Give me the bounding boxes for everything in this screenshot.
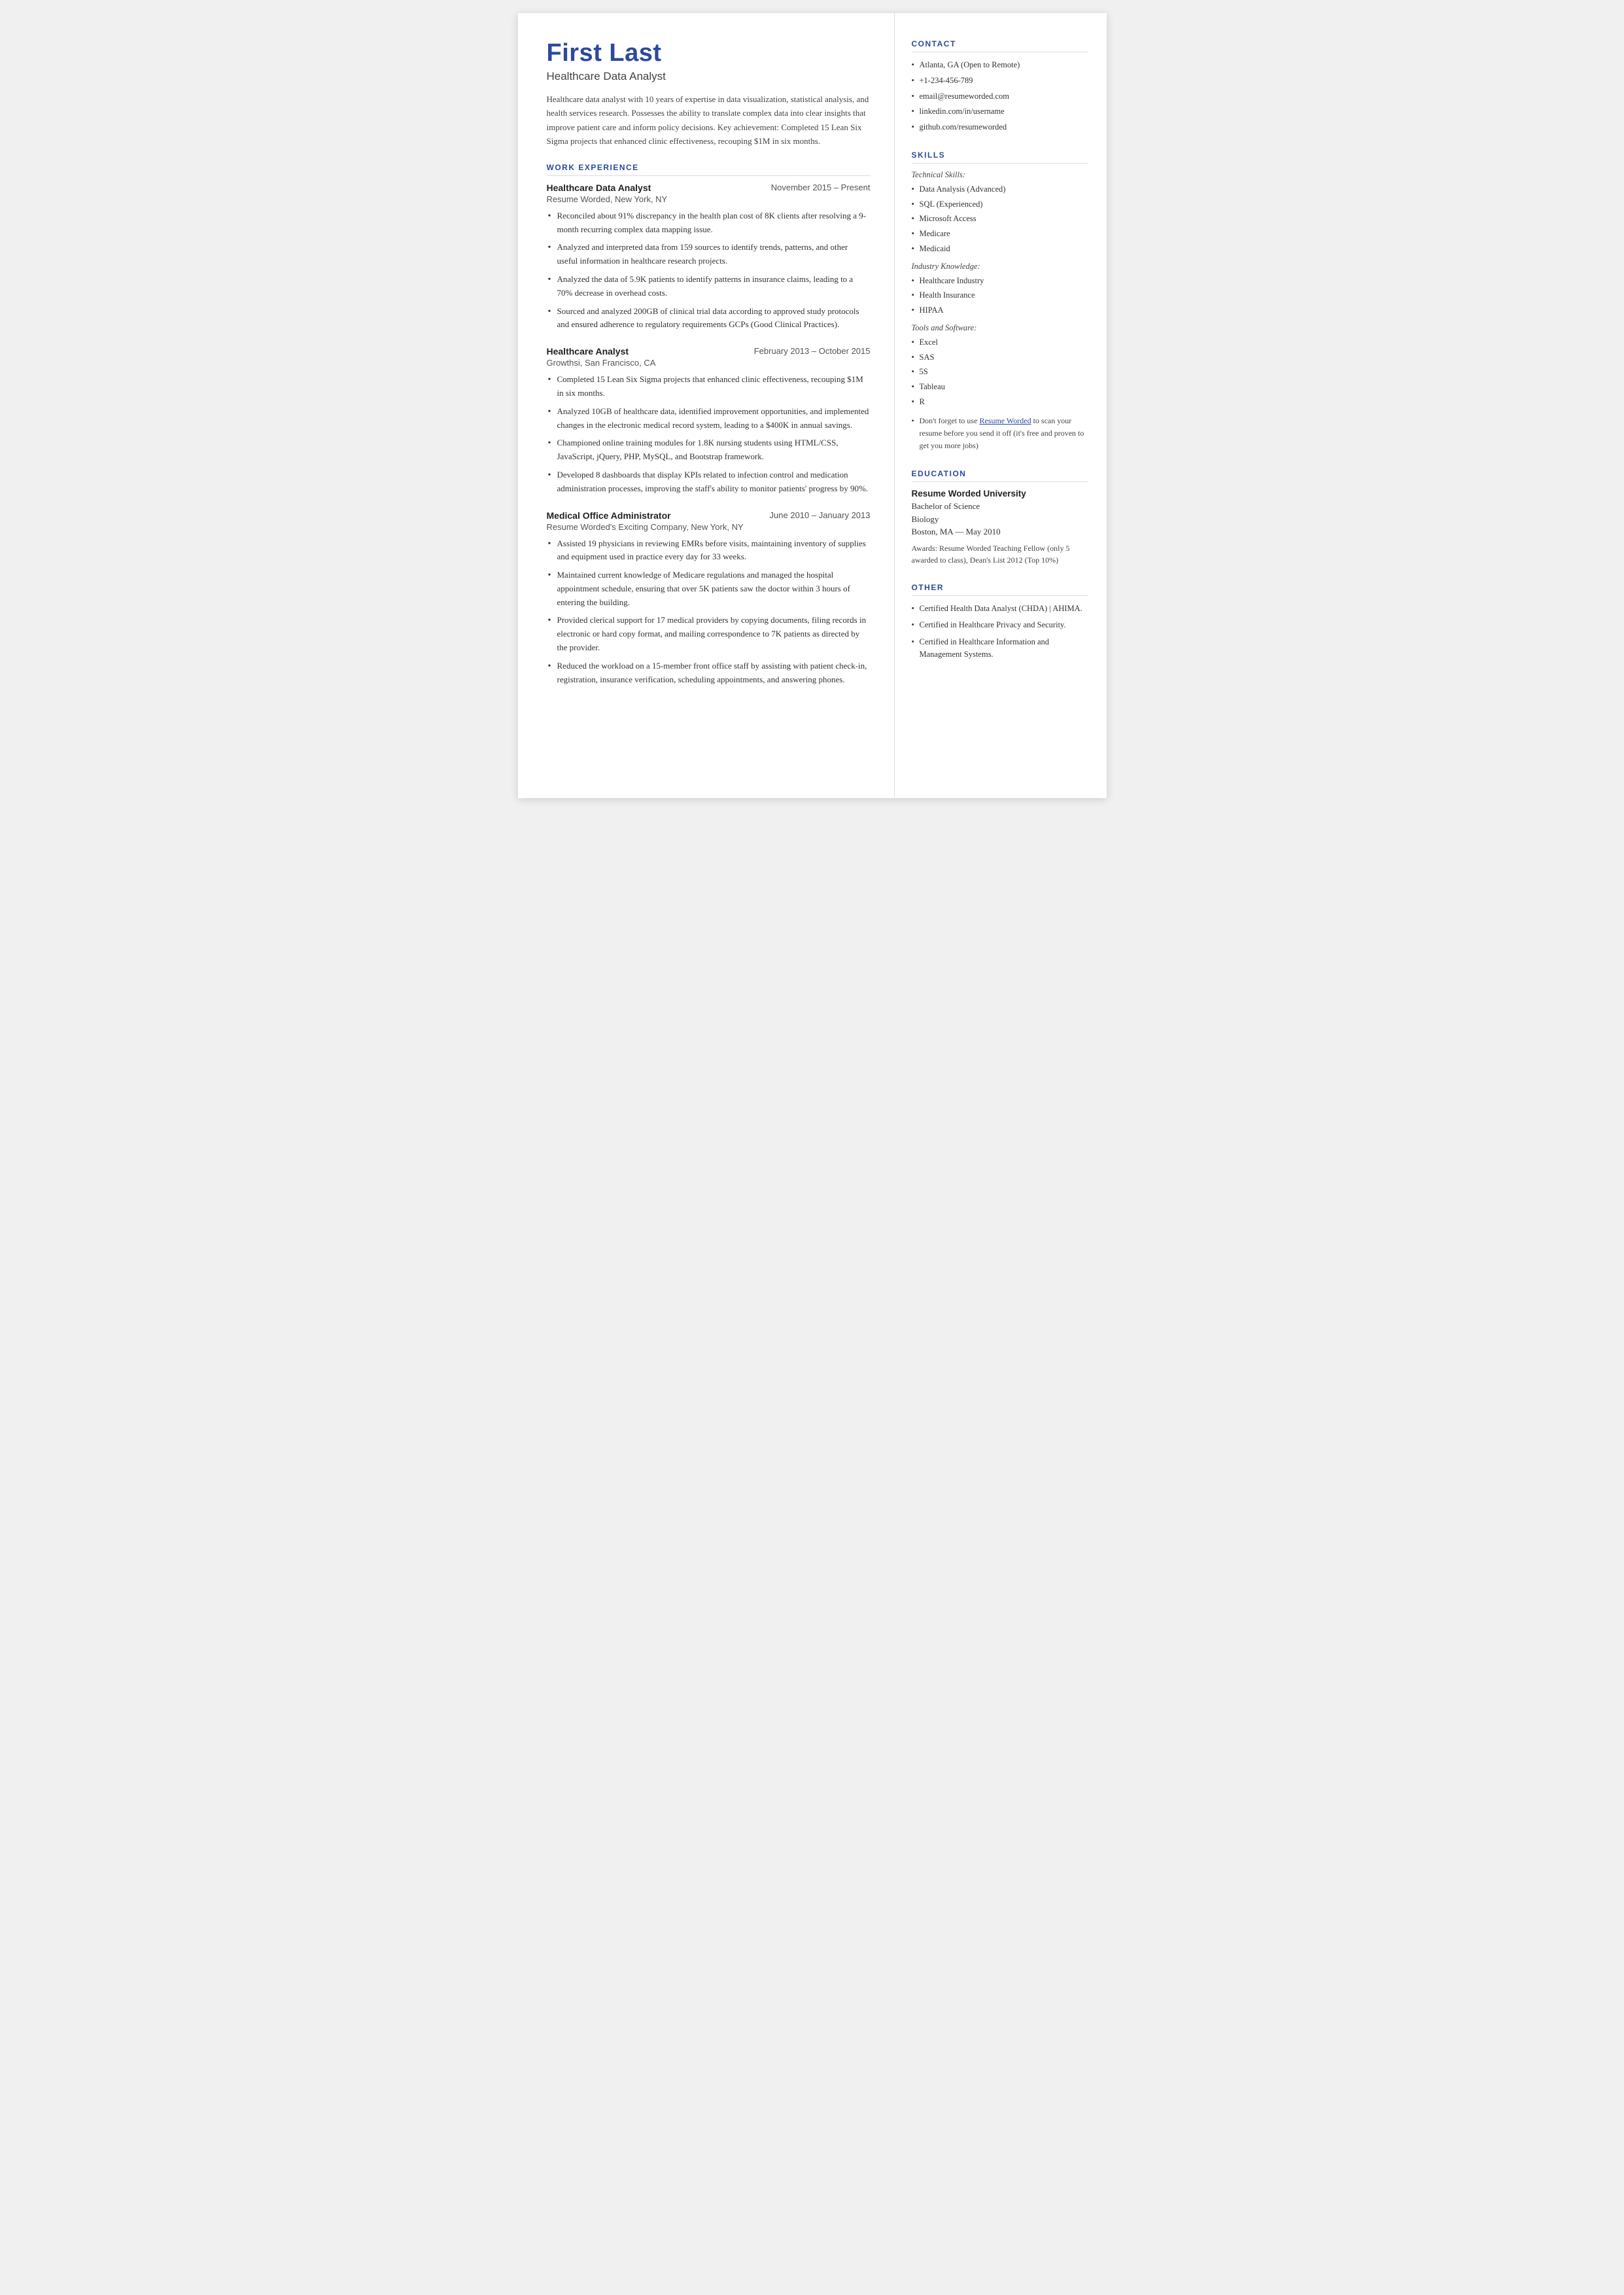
resume-page: First Last Healthcare Data Analyst Healt…	[518, 13, 1107, 798]
contact-list: Atlanta, GA (Open to Remote) +1-234-456-…	[912, 59, 1088, 133]
job-3-title: Medical Office Administrator	[547, 510, 671, 521]
job-2-bullets: Completed 15 Lean Six Sigma projects tha…	[547, 373, 871, 495]
education-header: EDUCATION	[912, 469, 1088, 482]
job-2: Healthcare Analyst February 2013 – Octob…	[547, 346, 871, 495]
contact-section: CONTACT Atlanta, GA (Open to Remote) +1-…	[912, 39, 1088, 133]
contact-email: email@resumeworded.com	[912, 90, 1088, 103]
other-list: Certified Health Data Analyst (CHDA) | A…	[912, 603, 1088, 661]
tools-skills-list: Excel SAS 5S Tableau R	[912, 336, 1088, 408]
other-item: Certified in Healthcare Information and …	[912, 636, 1088, 661]
job-3-header: Medical Office Administrator June 2010 –…	[547, 510, 871, 521]
skill-item: Microsoft Access	[912, 213, 1088, 225]
summary: Healthcare data analyst with 10 years of…	[547, 92, 871, 149]
edu-awards: Awards: Resume Worded Teaching Fellow (o…	[912, 542, 1088, 566]
work-experience-header: WORK EXPERIENCE	[547, 163, 871, 176]
industry-skills-label: Industry Knowledge:	[912, 262, 1088, 272]
skill-item: Healthcare Industry	[912, 275, 1088, 287]
job-2-header: Healthcare Analyst February 2013 – Octob…	[547, 346, 871, 357]
job-1-title: Healthcare Data Analyst	[547, 183, 651, 193]
skills-section: SKILLS Technical Skills: Data Analysis (…	[912, 150, 1088, 452]
bullet-item: Assisted 19 physicians in reviewing EMRs…	[547, 537, 871, 565]
right-column: CONTACT Atlanta, GA (Open to Remote) +1-…	[895, 13, 1107, 798]
bullet-item: Analyzed the data of 5.9K patients to id…	[547, 273, 871, 300]
education-section: EDUCATION Resume Worded University Bache…	[912, 469, 1088, 566]
technical-skills-label: Technical Skills:	[912, 170, 1088, 180]
bullet-item: Analyzed 10GB of healthcare data, identi…	[547, 405, 871, 432]
job-1-company: Resume Worded, New York, NY	[547, 194, 871, 204]
skill-item: HIPAA	[912, 304, 1088, 317]
job-1-bullets: Reconciled about 91% discrepancy in the …	[547, 209, 871, 332]
skills-header: SKILLS	[912, 150, 1088, 164]
contact-linkedin: linkedin.com/in/username	[912, 105, 1088, 118]
skill-item: Medicaid	[912, 243, 1088, 255]
job-3: Medical Office Administrator June 2010 –…	[547, 510, 871, 687]
skill-item: 5S	[912, 366, 1088, 378]
other-section: OTHER Certified Health Data Analyst (CHD…	[912, 583, 1088, 661]
technical-skills-list: Data Analysis (Advanced) SQL (Experience…	[912, 183, 1088, 255]
contact-phone: +1-234-456-789	[912, 75, 1088, 87]
degree-name: Bachelor of Science	[912, 501, 980, 511]
bullet-item: Reconciled about 91% discrepancy in the …	[547, 209, 871, 237]
other-item: Certified Health Data Analyst (CHDA) | A…	[912, 603, 1088, 615]
job-1: Healthcare Data Analyst November 2015 – …	[547, 183, 871, 332]
skill-item: Health Insurance	[912, 289, 1088, 302]
contact-github: github.com/resumeworded	[912, 121, 1088, 133]
name: First Last	[547, 39, 871, 67]
bullet-item: Reduced the workload on a 15-member fron…	[547, 659, 871, 687]
contact-location: Atlanta, GA (Open to Remote)	[912, 59, 1088, 71]
skill-item: SQL (Experienced)	[912, 198, 1088, 211]
skill-item: SAS	[912, 351, 1088, 364]
job-3-bullets: Assisted 19 physicians in reviewing EMRs…	[547, 537, 871, 687]
job-2-dates: February 2013 – October 2015	[754, 346, 871, 356]
bullet-item: Completed 15 Lean Six Sigma projects tha…	[547, 373, 871, 400]
skill-item: Excel	[912, 336, 1088, 349]
degree-field: Biology	[912, 514, 939, 524]
skill-item: Tableau	[912, 381, 1088, 393]
job-3-company: Resume Worded's Exciting Company, New Yo…	[547, 522, 871, 532]
bullet-item: Analyzed and interpreted data from 159 s…	[547, 241, 871, 268]
skill-item: Data Analysis (Advanced)	[912, 183, 1088, 196]
job-3-dates: June 2010 – January 2013	[770, 510, 871, 520]
job-1-dates: November 2015 – Present	[771, 183, 871, 192]
resume-worded-link[interactable]: Resume Worded	[979, 416, 1031, 425]
industry-skills-list: Healthcare Industry Health Insurance HIP…	[912, 275, 1088, 317]
bullet-item: Developed 8 dashboards that display KPIs…	[547, 468, 871, 496]
edu-degree: Bachelor of Science Biology Boston, MA —…	[912, 500, 1088, 538]
left-column: First Last Healthcare Data Analyst Healt…	[518, 13, 895, 798]
skills-tip: Don't forget to use Resume Worded to sca…	[912, 415, 1088, 453]
other-item: Certified in Healthcare Privacy and Secu…	[912, 619, 1088, 631]
other-header: OTHER	[912, 583, 1088, 596]
edu-school: Resume Worded University	[912, 489, 1088, 499]
tools-skills-label: Tools and Software:	[912, 323, 1088, 333]
skill-item: R	[912, 396, 1088, 408]
degree-location: Boston, MA — May 2010	[912, 527, 1001, 536]
job-title-header: Healthcare Data Analyst	[547, 70, 871, 83]
bullet-item: Sourced and analyzed 200GB of clinical t…	[547, 305, 871, 332]
job-1-header: Healthcare Data Analyst November 2015 – …	[547, 183, 871, 193]
bullet-item: Maintained current knowledge of Medicare…	[547, 569, 871, 609]
skill-item: Medicare	[912, 228, 1088, 240]
bullet-item: Provided clerical support for 17 medical…	[547, 614, 871, 654]
bullet-item: Championed online training modules for 1…	[547, 436, 871, 464]
contact-header: CONTACT	[912, 39, 1088, 52]
job-2-company: Growthsi, San Francisco, CA	[547, 358, 871, 368]
job-2-title: Healthcare Analyst	[547, 346, 629, 357]
